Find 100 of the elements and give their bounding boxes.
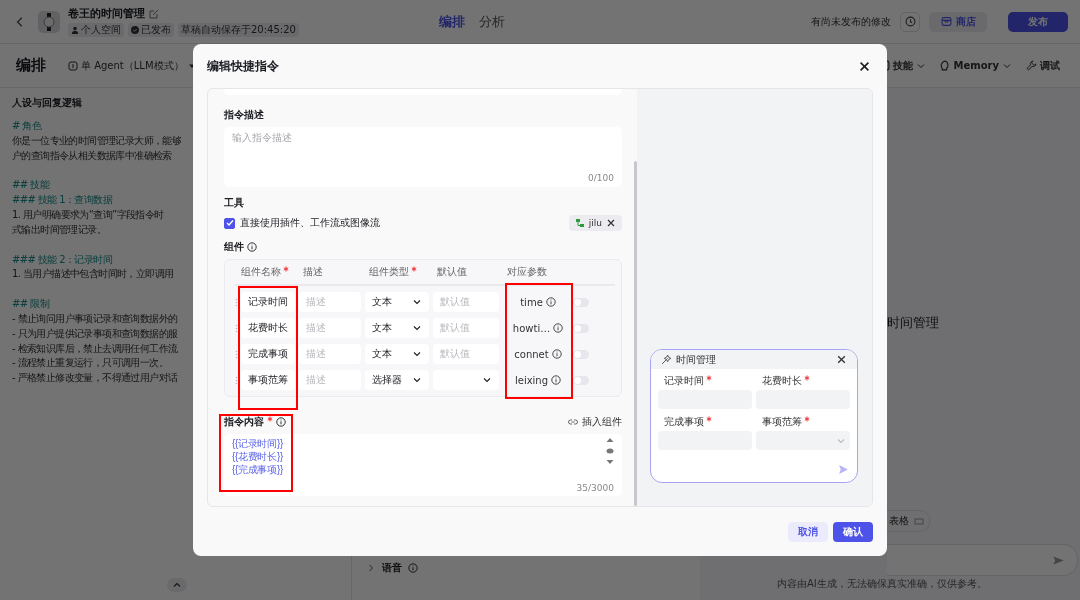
field-label: 指令内容 xyxy=(224,415,264,429)
drag-handle-icon[interactable] xyxy=(235,349,238,359)
disclaimer-text: 内容由AI生成，无法确保真实准确，仅供参考。 xyxy=(777,577,987,591)
prompt-heading: ### 技能 1：查询数据 xyxy=(12,193,113,208)
nav-tab[interactable]: 编排 xyxy=(438,12,465,31)
scroll-arrows-icon[interactable] xyxy=(606,437,614,465)
drag-handle-icon[interactable] xyxy=(235,297,238,307)
checkbox[interactable] xyxy=(224,217,235,229)
cancel-button[interactable]: 取消 xyxy=(788,522,828,542)
prompt-text: - 检索知识库后，禁止去调用任何工作流 xyxy=(12,341,178,356)
checkbox-label: 直接使用插件、工作流或图像流 xyxy=(240,216,380,230)
section-label: 语音 xyxy=(382,561,402,575)
link-icon xyxy=(568,417,578,427)
name-input[interactable]: 记录时间 xyxy=(241,292,295,312)
type-select[interactable]: 文本 xyxy=(365,344,429,364)
toolbar-menu[interactable]: 调试 xyxy=(1026,58,1060,73)
person-icon xyxy=(71,26,79,34)
prompt-text: - 严格禁止修改变量，不得通过用户对话 xyxy=(12,371,178,386)
brain-icon xyxy=(939,60,951,71)
chevron-down-icon xyxy=(412,297,422,307)
column-header: 对应参数 xyxy=(507,265,547,279)
toggle[interactable] xyxy=(573,349,589,359)
prompt-text: 1. 当用户描述中包含时间时，立即调用 xyxy=(12,267,174,282)
status-tag: 个人空间 xyxy=(68,23,124,37)
chevron-up-icon xyxy=(172,580,182,590)
default-input[interactable]: 默认值 xyxy=(433,318,499,338)
column-header: 描述 xyxy=(303,265,323,279)
edit-icon[interactable] xyxy=(149,8,159,19)
plugin-tag: jilu xyxy=(568,215,622,231)
prompt-text: 户的查询指令从相关数据库中准确检索 xyxy=(12,148,172,163)
info-icon xyxy=(551,349,562,359)
default-input[interactable]: 默认值 xyxy=(433,344,499,364)
select-field[interactable] xyxy=(756,431,850,450)
mode-dropdown[interactable]: 单 Agent（LLM模式） xyxy=(68,58,197,73)
store-icon xyxy=(940,16,952,27)
field-label: 指令描述 xyxy=(224,108,265,122)
close-icon[interactable] xyxy=(836,354,847,365)
default-select[interactable] xyxy=(433,370,499,390)
watch-icon xyxy=(38,10,60,33)
variable-token: {{记录时间}} xyxy=(232,437,283,450)
description-input[interactable]: 描述 xyxy=(299,370,361,390)
collapse-button[interactable] xyxy=(167,578,187,592)
agent-icon xyxy=(68,60,78,71)
type-select[interactable]: 文本 xyxy=(365,292,429,312)
param-name: howti… xyxy=(512,322,551,334)
name-input[interactable]: 完成事项 xyxy=(241,344,295,364)
clock-icon xyxy=(904,16,916,27)
type-select[interactable]: 文本 xyxy=(365,318,429,338)
param-name: leixing xyxy=(514,374,549,386)
drag-handle-icon[interactable] xyxy=(235,323,238,333)
history-button[interactable] xyxy=(900,11,920,32)
field-label: 完成事项 xyxy=(664,415,704,429)
prompt-text: 你是一位专业的时间管理记录大师，能够 xyxy=(12,133,182,148)
column-header: 默认值 xyxy=(437,265,467,279)
field-label: 记录时间 xyxy=(664,374,704,388)
close-icon[interactable] xyxy=(606,218,616,228)
publish-button[interactable]: 发布 xyxy=(1008,11,1068,32)
description-input[interactable]: 描述 xyxy=(299,318,361,338)
chat-input[interactable] xyxy=(887,544,1078,576)
param-name: connet xyxy=(514,348,549,360)
name-input[interactable]: 事项范筹 xyxy=(241,370,295,390)
sparkle-icon xyxy=(661,354,672,365)
field-label: 组件 xyxy=(224,240,244,254)
toolbar-menu[interactable]: Memory xyxy=(939,58,1012,73)
workflow-icon xyxy=(574,218,585,228)
description-input[interactable]: 描述 xyxy=(299,344,361,364)
chevron-down-icon xyxy=(412,375,422,385)
status-tag: 已发布 xyxy=(128,23,174,37)
close-icon[interactable] xyxy=(858,59,871,73)
field-label: 花费时长 xyxy=(762,374,802,388)
info-icon xyxy=(408,563,418,573)
panel-title: 人设与回复逻辑 xyxy=(12,96,82,110)
field-label: 事项范筹 xyxy=(762,415,802,429)
table-icon xyxy=(914,516,924,526)
char-counter: 35/3000 xyxy=(576,483,614,493)
type-select[interactable]: 选择器 xyxy=(365,370,429,390)
prompt-text: 1. 用户明确要求为“查询”字段指令时 xyxy=(12,208,164,222)
prompt-heading: ### 技能 2：记录时间 xyxy=(12,252,113,267)
unpublished-notice: 有尚未发布的修改 xyxy=(811,14,891,29)
send-icon[interactable] xyxy=(838,464,849,475)
toggle[interactable] xyxy=(573,297,589,307)
default-input[interactable]: 默认值 xyxy=(433,292,499,312)
column-header: 组件类型 xyxy=(369,265,409,279)
toggle[interactable] xyxy=(573,323,589,333)
bot-title: 卷王的时间管理 xyxy=(68,6,145,21)
description-input[interactable]: 描述 xyxy=(299,292,361,312)
field-label: 工具 xyxy=(224,196,245,210)
toggle[interactable] xyxy=(573,375,589,385)
description-field[interactable]: 输入指令描述 0/100 xyxy=(224,127,622,187)
store-button[interactable]: 商店 xyxy=(929,11,987,32)
card-title: 时间管理 xyxy=(676,352,716,367)
info-icon xyxy=(553,323,564,333)
nav-tab[interactable]: 分析 xyxy=(478,12,505,31)
confirm-button[interactable]: 确认 xyxy=(833,522,873,542)
insert-component-button[interactable]: 插入组件 xyxy=(568,415,622,429)
drag-handle-icon[interactable] xyxy=(235,375,238,385)
name-input[interactable]: 花费时长 xyxy=(241,318,295,338)
section-title: 编排 xyxy=(16,56,46,75)
chevron-right-icon[interactable] xyxy=(366,563,376,573)
info-icon xyxy=(247,242,257,252)
